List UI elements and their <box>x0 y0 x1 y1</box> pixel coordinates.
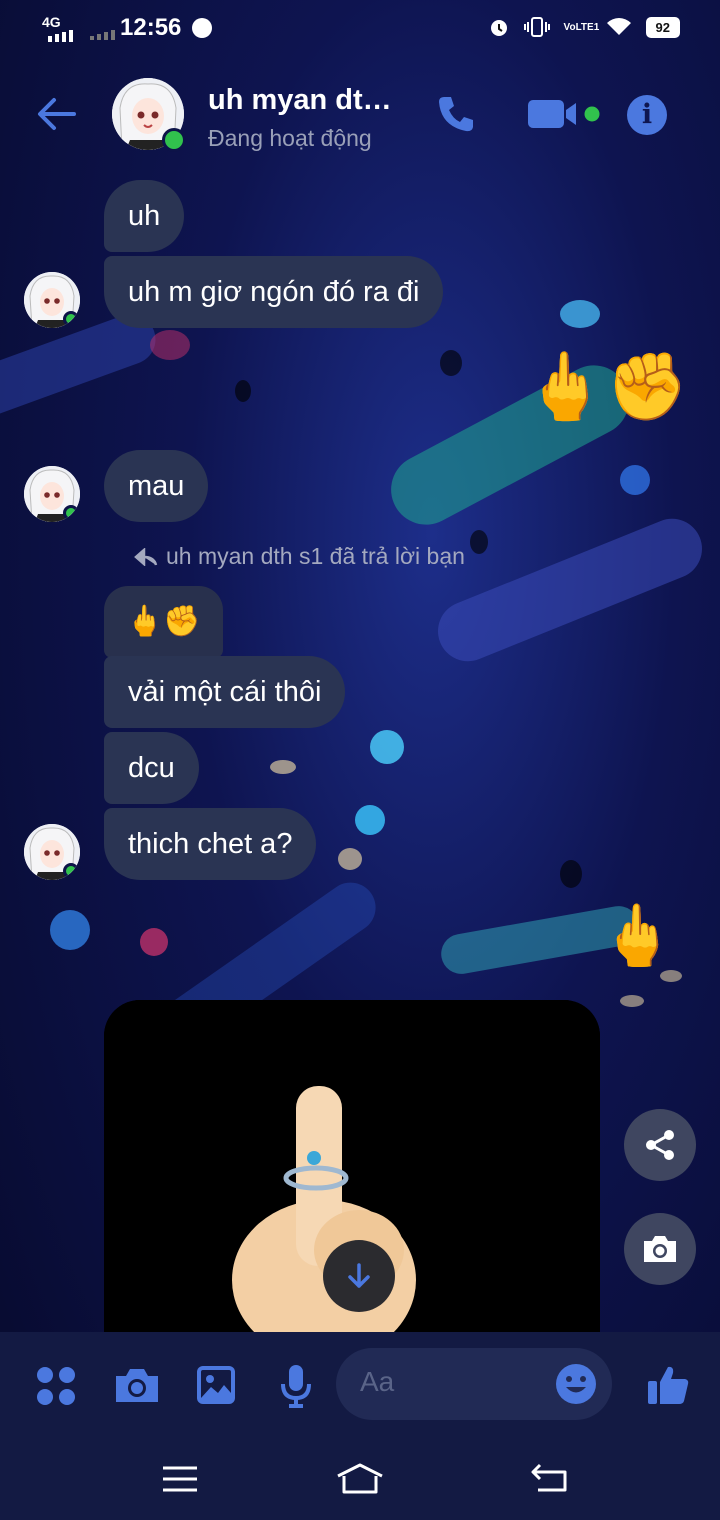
phone-icon[interactable] <box>436 94 476 134</box>
reply-arrow-icon <box>134 547 158 566</box>
system-navigation-bar <box>0 1436 720 1520</box>
active-status: Đang hoạt động <box>208 125 372 151</box>
emoji-icon[interactable] <box>556 1364 596 1404</box>
reply-indicator-text: uh myan dth s1 đã trả lời bạn <box>166 543 465 569</box>
sender-avatar[interactable] <box>24 824 80 880</box>
share-icon <box>646 1130 674 1160</box>
online-indicator <box>63 505 79 521</box>
menu-nav-icon[interactable] <box>162 1466 198 1492</box>
online-indicator <box>63 863 79 879</box>
contact-name[interactable]: uh myan dt… <box>208 84 392 117</box>
conversation-header: uh myan dt… Đang hoạt động i <box>0 70 720 160</box>
message-bubble[interactable]: uh <box>104 180 185 252</box>
signal-icon <box>48 30 73 42</box>
quoted-message[interactable]: 🖕✊ <box>104 586 223 658</box>
camera-shortcut-button[interactable] <box>624 1213 696 1285</box>
message-input[interactable]: Aa <box>336 1348 612 1420</box>
back-arrow-icon[interactable] <box>34 94 78 134</box>
message-bubble[interactable]: uh m giơ ngón đó ra đi <box>104 256 444 328</box>
network-type: 4G <box>42 14 61 30</box>
status-bar: 4G 12:56 VoLTE1 92 <box>0 0 720 60</box>
home-nav-icon[interactable] <box>336 1462 384 1494</box>
vibrate-icon <box>523 17 550 37</box>
camera-icon[interactable] <box>114 1366 160 1404</box>
volte-indicator: VoLTE1 <box>563 21 600 33</box>
online-indicator <box>162 128 186 152</box>
share-button[interactable] <box>624 1109 696 1181</box>
wifi-icon <box>606 18 631 35</box>
message-composer: Aa <box>0 1332 720 1436</box>
scroll-to-bottom-button[interactable] <box>323 1240 395 1312</box>
arrow-down-icon <box>348 1263 370 1288</box>
message-bubble[interactable]: vải một cái thôi <box>104 656 346 728</box>
alarm-icon <box>490 20 507 36</box>
clock: 12:56 <box>120 14 182 41</box>
signal-2-icon <box>90 30 115 40</box>
battery-level: 92 <box>645 16 680 38</box>
apps-icon[interactable] <box>36 1366 76 1406</box>
message-input-placeholder: Aa <box>360 1366 395 1397</box>
sender-avatar[interactable] <box>24 272 80 328</box>
camera-icon <box>644 1236 676 1262</box>
message-bubble[interactable]: dcu <box>104 732 199 804</box>
like-icon[interactable] <box>646 1362 690 1406</box>
online-indicator <box>63 311 79 327</box>
message-bubble[interactable]: mau <box>104 450 209 522</box>
sent-emoji-message[interactable]: 🖕 <box>600 898 675 974</box>
back-nav-icon[interactable] <box>530 1462 568 1492</box>
message-bubble[interactable]: thich chet a? <box>104 808 317 880</box>
video-camera-icon[interactable] <box>528 98 606 130</box>
sent-emoji-message[interactable]: 🖕✊ <box>524 346 688 426</box>
sender-avatar[interactable] <box>24 466 80 522</box>
messenger-notification-icon <box>192 18 212 38</box>
microphone-icon[interactable] <box>280 1364 312 1408</box>
gallery-icon[interactable] <box>196 1365 236 1405</box>
info-icon[interactable]: i <box>627 95 667 135</box>
reply-indicator: uh myan dth s1 đã trả lời bạn <box>134 543 465 570</box>
